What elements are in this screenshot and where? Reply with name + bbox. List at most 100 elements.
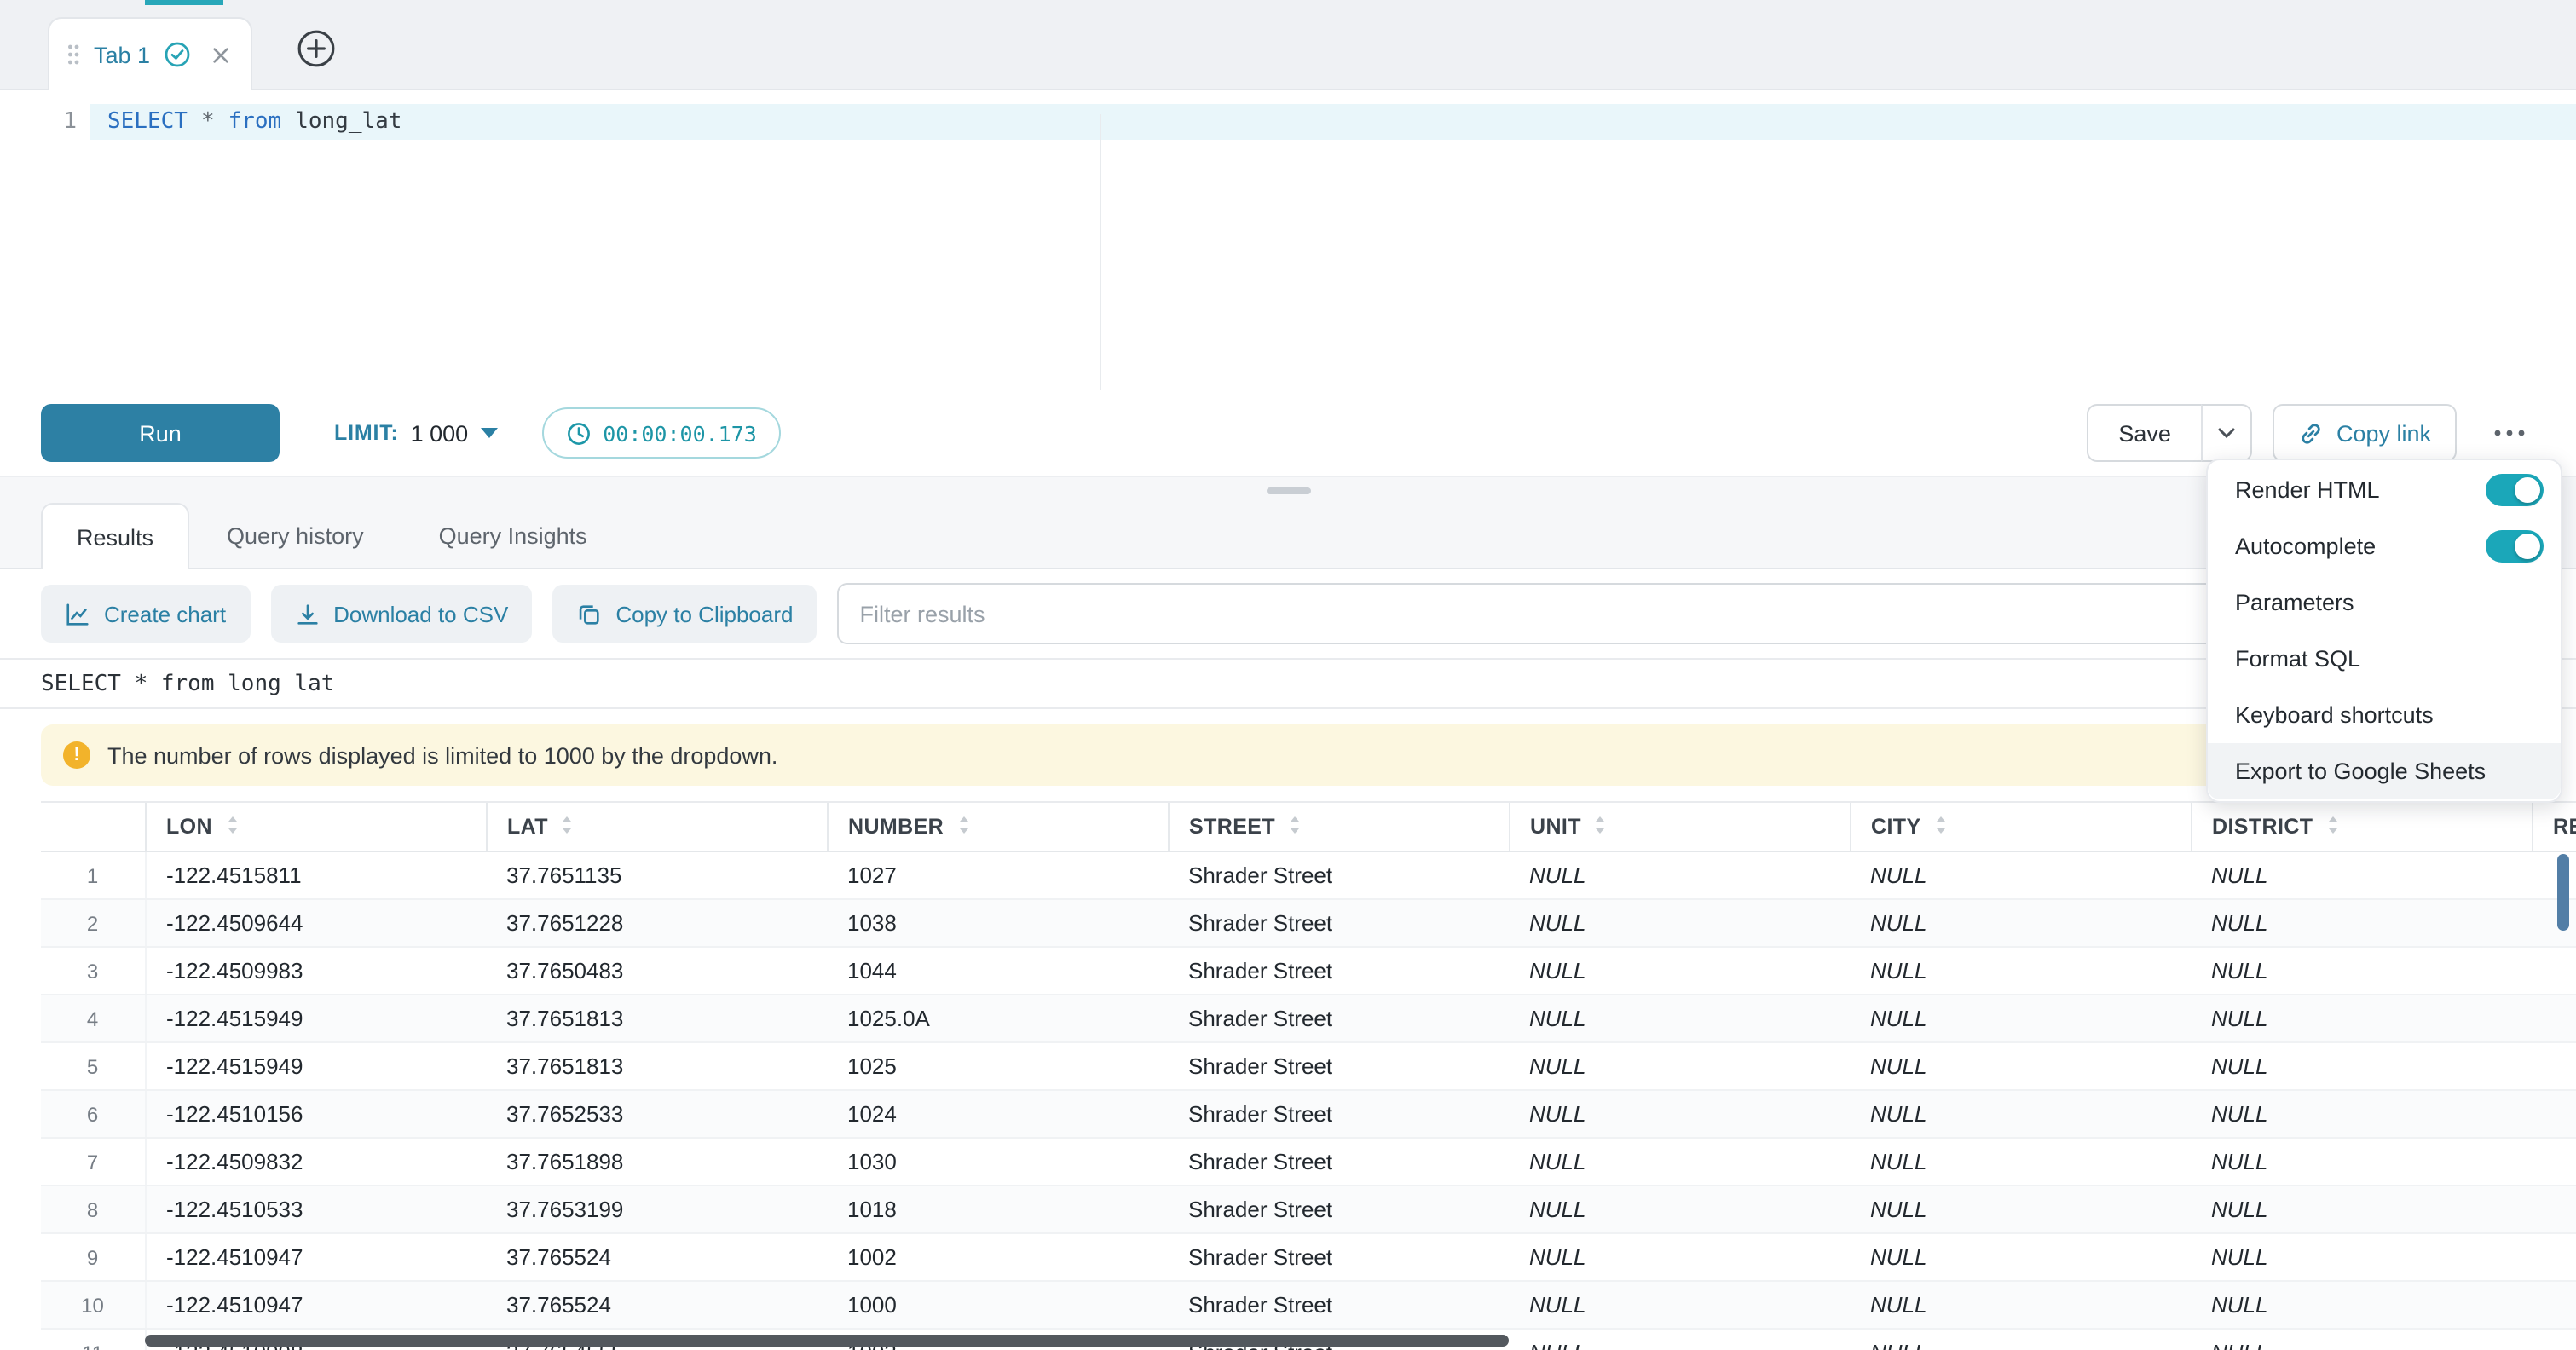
results-table: LONLATNUMBERSTREETUNITCITYDISTRICTRE 1-1… bbox=[41, 801, 2576, 1350]
table-cell: NULL bbox=[1850, 899, 2191, 947]
table-cell: NULL bbox=[1850, 1042, 2191, 1090]
table-row: 7-122.450983237.76518981030Shrader Stree… bbox=[41, 1138, 2576, 1186]
autocomplete-toggle[interactable] bbox=[2486, 530, 2544, 562]
table-row: 2-122.450964437.76512281038Shrader Stree… bbox=[41, 899, 2576, 947]
table-cell: Shrader Street bbox=[1168, 1090, 1509, 1138]
table-cell bbox=[2532, 1138, 2576, 1186]
table-cell: 37.7652533 bbox=[486, 1090, 827, 1138]
query-toolbar: Run LIMIT: 1 000 00:00:00.173 Save Cop bbox=[0, 390, 2576, 476]
editor-tab-bar: Tab 1 bbox=[0, 0, 2576, 90]
horizontal-scrollbar-thumb[interactable] bbox=[145, 1335, 1509, 1347]
column-header-lat[interactable]: LAT bbox=[486, 802, 827, 851]
table-cell: 37.7651135 bbox=[486, 851, 827, 899]
save-button[interactable]: Save bbox=[2086, 404, 2202, 462]
table-row: 8-122.451053337.76531991018Shrader Stree… bbox=[41, 1186, 2576, 1233]
table-cell: 37.765524 bbox=[486, 1281, 827, 1329]
menu-item-autocomplete[interactable]: Autocomplete bbox=[2208, 518, 2561, 574]
sort-icon[interactable] bbox=[224, 814, 240, 839]
table-cell: NULL bbox=[2191, 1090, 2532, 1138]
limit-value: 1 000 bbox=[411, 420, 469, 446]
column-header-street[interactable]: STREET bbox=[1168, 802, 1509, 851]
table-cell: NULL bbox=[1850, 851, 2191, 899]
vertical-scrollbar-thumb[interactable] bbox=[2557, 854, 2569, 931]
sort-icon[interactable] bbox=[1287, 814, 1302, 839]
table-cell: NULL bbox=[2191, 947, 2532, 995]
column-label: DISTRICT bbox=[2212, 814, 2313, 838]
table-cell: -122.4510947 bbox=[145, 1233, 486, 1281]
add-tab-button[interactable] bbox=[297, 29, 336, 68]
more-options-button[interactable] bbox=[2484, 416, 2535, 450]
column-header-district[interactable]: DISTRICT bbox=[2191, 802, 2532, 851]
resize-handle[interactable] bbox=[1266, 488, 1310, 494]
sort-icon[interactable] bbox=[2325, 814, 2341, 839]
row-number-cell: 4 bbox=[41, 995, 145, 1042]
menu-item-label: Export to Google Sheets bbox=[2235, 759, 2544, 784]
table-cell: -122.4510947 bbox=[145, 1281, 486, 1329]
column-header-city[interactable]: CITY bbox=[1850, 802, 2191, 851]
download-csv-button[interactable]: Download to CSV bbox=[270, 585, 532, 643]
tab-query-history[interactable]: Query history bbox=[189, 503, 401, 568]
row-number-cell: 7 bbox=[41, 1138, 145, 1186]
tab-results[interactable]: Results bbox=[41, 503, 189, 569]
table-cell: NULL bbox=[2191, 899, 2532, 947]
column-label: STREET bbox=[1189, 814, 1275, 838]
results-table-area: LONLATNUMBERSTREETUNITCITYDISTRICTRE 1-1… bbox=[41, 801, 2576, 1350]
menu-item-render-html[interactable]: Render HTML bbox=[2208, 462, 2561, 518]
column-header-re[interactable]: RE bbox=[2532, 802, 2576, 851]
table-cell: -122.4515949 bbox=[145, 995, 486, 1042]
drag-handle-icon[interactable] bbox=[66, 43, 80, 66]
column-header-unit[interactable]: UNIT bbox=[1509, 802, 1850, 851]
table-row: 4-122.451594937.76518131025.0AShrader St… bbox=[41, 995, 2576, 1042]
sql-identifier: long_lat bbox=[295, 104, 401, 140]
column-label: NUMBER bbox=[848, 814, 944, 838]
menu-item-keyboard-shortcuts[interactable]: Keyboard shortcuts bbox=[2208, 687, 2561, 743]
table-cell: NULL bbox=[1509, 1329, 1850, 1350]
column-label: UNIT bbox=[1530, 814, 1581, 838]
table-cell: 1024 bbox=[827, 1090, 1168, 1138]
run-button[interactable]: Run bbox=[41, 404, 280, 462]
table-cell: NULL bbox=[1509, 1281, 1850, 1329]
sort-icon[interactable] bbox=[956, 814, 971, 839]
copy-link-button[interactable]: Copy link bbox=[2273, 404, 2457, 462]
sort-icon[interactable] bbox=[1593, 814, 1609, 839]
download-icon bbox=[294, 601, 320, 626]
table-cell: NULL bbox=[1509, 1042, 1850, 1090]
tab-label: Tab 1 bbox=[94, 42, 150, 67]
column-header-lon[interactable]: LON bbox=[145, 802, 486, 851]
close-tab-icon[interactable] bbox=[211, 45, 230, 64]
menu-item-export-to-google-sheets[interactable]: Export to Google Sheets bbox=[2208, 743, 2561, 799]
table-cell bbox=[2532, 1186, 2576, 1233]
column-header-number[interactable]: NUMBER bbox=[827, 802, 1168, 851]
render-html-toggle[interactable] bbox=[2486, 474, 2544, 506]
table-cell: Shrader Street bbox=[1168, 1138, 1509, 1186]
sort-icon[interactable] bbox=[560, 814, 575, 839]
table-cell: NULL bbox=[1850, 1138, 2191, 1186]
limit-dropdown[interactable]: LIMIT: 1 000 bbox=[334, 420, 497, 446]
row-number-cell: 6 bbox=[41, 1090, 145, 1138]
column-label: RE bbox=[2553, 814, 2576, 838]
copy-to-clipboard-button[interactable]: Copy to Clipboard bbox=[552, 585, 817, 643]
table-cell bbox=[2532, 995, 2576, 1042]
table-cell: NULL bbox=[1509, 899, 1850, 947]
table-cell: NULL bbox=[1850, 1281, 2191, 1329]
row-number-cell: 11 bbox=[41, 1329, 145, 1350]
menu-item-format-sql[interactable]: Format SQL bbox=[2208, 631, 2561, 687]
table-cell: Shrader Street bbox=[1168, 947, 1509, 995]
table-cell: 1002 bbox=[827, 1233, 1168, 1281]
table-cell: NULL bbox=[2191, 995, 2532, 1042]
sort-icon[interactable] bbox=[1933, 814, 1949, 839]
tab-1[interactable]: Tab 1 bbox=[48, 17, 252, 90]
menu-item-parameters[interactable]: Parameters bbox=[2208, 574, 2561, 631]
sql-keyword: SELECT bbox=[107, 104, 188, 140]
table-cell: NULL bbox=[1509, 947, 1850, 995]
create-chart-button[interactable]: Create chart bbox=[41, 585, 250, 643]
table-row: 3-122.450998337.76504831044Shrader Stree… bbox=[41, 947, 2576, 995]
table-cell: NULL bbox=[1509, 995, 1850, 1042]
check-circle-icon bbox=[164, 41, 191, 68]
row-number-cell: 9 bbox=[41, 1233, 145, 1281]
save-options-button[interactable] bbox=[2202, 404, 2253, 462]
editor-pane-divider bbox=[1100, 114, 1101, 390]
sql-editor[interactable]: 1 SELECT * from long_lat bbox=[0, 90, 2576, 390]
row-number-cell: 3 bbox=[41, 947, 145, 995]
tab-query-insights[interactable]: Query Insights bbox=[401, 503, 625, 568]
